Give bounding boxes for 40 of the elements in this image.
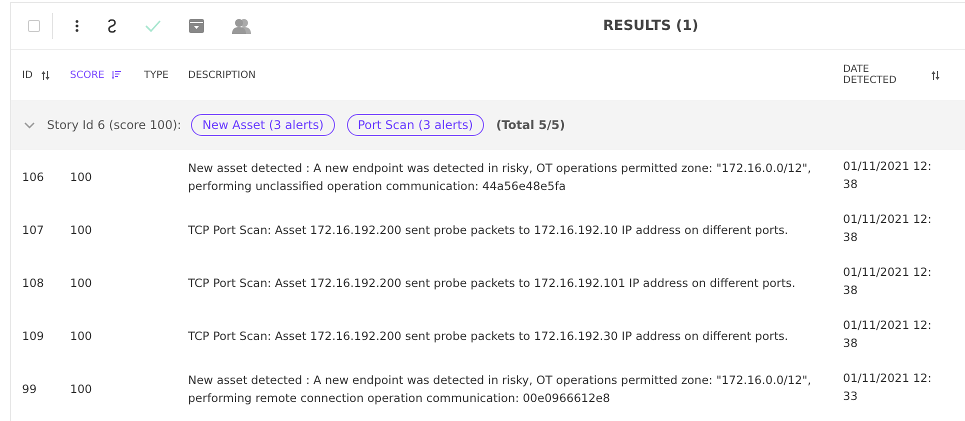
date-cell-text: 01/11/2021 12:38 xyxy=(842,317,932,352)
description-cell-text: TCP Port Scan: Asset 172.16.192.200 sent probe packets to 172.16.192.101 IP address on different ports. xyxy=(188,274,796,292)
story-label: Story Id 6 (score 100): xyxy=(47,118,182,132)
link-icon[interactable] xyxy=(107,19,117,33)
score-cell-text: 100 xyxy=(70,168,93,186)
column-header[interactable]: DATE DETECTED xyxy=(843,64,923,86)
id-cell-text: 106 xyxy=(22,168,45,186)
column-header[interactable]: TYPE xyxy=(144,70,169,80)
column-header[interactable]: DESCRIPTION xyxy=(188,70,256,80)
alert-tag[interactable]: New Asset (3 alerts) xyxy=(191,114,335,136)
description-cell-text: TCP Port Scan: Asset 172.16.192.200 sent probe packets to 172.16.192.30 IP address on different ports. xyxy=(188,328,790,344)
sort-icon[interactable] xyxy=(931,70,940,80)
more-icon[interactable] xyxy=(75,20,79,32)
select-all-checkbox[interactable] xyxy=(28,20,40,32)
archive-icon[interactable] xyxy=(189,19,204,33)
sort-icon[interactable] xyxy=(40,70,50,80)
date-cell-text: 01/11/2021 12:38 xyxy=(842,158,932,193)
id-cell-text: 109 xyxy=(22,328,45,344)
id-cell-text: 107 xyxy=(22,222,45,238)
score-cell-text: 100 xyxy=(70,328,93,344)
id-cell-text: 108 xyxy=(22,274,45,292)
date-cell-text: 01/11/2021 12:33 xyxy=(842,370,932,405)
id-cell-text: 99 xyxy=(22,380,38,398)
total-count: (Total 5/5) xyxy=(496,118,566,132)
description-cell-text: TCP Port Scan: Asset 172.16.192.200 sent probe packets to 172.16.192.10 IP address on different ports. xyxy=(188,222,790,238)
column-header[interactable]: ID xyxy=(22,70,33,80)
score-cell-text: 100 xyxy=(70,222,93,238)
check-icon[interactable] xyxy=(145,20,161,32)
sort-descending-icon[interactable] xyxy=(112,70,122,80)
date-cell-text: 01/11/2021 12:38 xyxy=(842,264,932,299)
chevron-down-icon[interactable] xyxy=(24,122,35,128)
score-cell-text: 100 xyxy=(70,274,93,292)
column-header[interactable]: SCORE xyxy=(70,70,104,80)
users-icon[interactable] xyxy=(232,18,251,34)
alert-tag[interactable]: Port Scan (3 alerts) xyxy=(346,114,484,136)
results-title: RESULTS (1) xyxy=(603,18,698,34)
date-cell-text: 01/11/2021 12:38 xyxy=(842,211,932,246)
description-cell-text: New asset detected : A new endpoint was detected in risky, OT operations permitted zone: "172.16.0.0/12", performing remote connection operation communication: 00e0966612e8 xyxy=(188,372,812,406)
description-cell-text: New asset detected : A new endpoint was detected in risky, OT operations permitted zone: "172.16.0.0/12", performing unclassified operation communication: 44a56e48e5fa xyxy=(188,160,812,194)
score-cell-text: 100 xyxy=(70,380,93,398)
